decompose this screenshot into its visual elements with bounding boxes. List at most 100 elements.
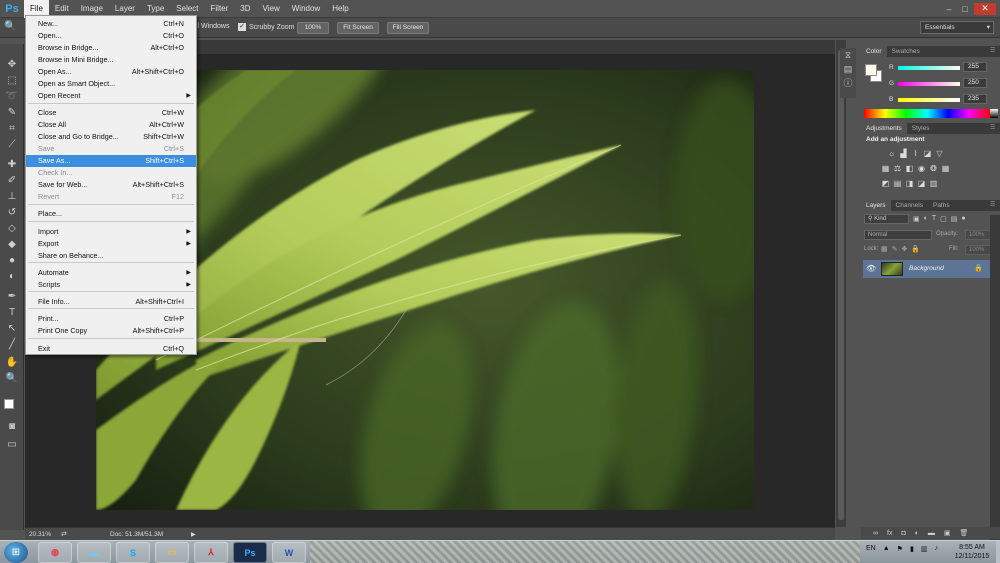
file-menu-item-print[interactable]: Print... Ctrl+P [26, 313, 196, 325]
maximize-icon[interactable]: □ [958, 3, 972, 15]
file-menu-item-save[interactable]: Save Ctrl+S [26, 143, 196, 155]
quick-mask-icon[interactable]: ◙ [3, 420, 21, 434]
panel-menu-icon[interactable]: ☰ [990, 200, 1000, 211]
curves-icon[interactable]: ⌇ [911, 149, 920, 158]
healing-brush-tool-icon[interactable]: ✚ [3, 158, 21, 172]
flag-icon[interactable]: ⚑ [897, 545, 903, 553]
threshold-icon[interactable]: ◨ [905, 179, 914, 188]
acrobat-taskbar-icon[interactable]: ⅄ [194, 542, 228, 563]
properties-panel-icon[interactable]: ▤ [840, 62, 856, 76]
file-menu-item-open-as[interactable]: Open As... Alt+Shift+Ctrl+O [26, 66, 196, 78]
file-menu-item-open[interactable]: Open... Ctrl+O [26, 30, 196, 42]
pixel-filter-icon[interactable]: ▣ [913, 215, 920, 223]
blur-tool-icon[interactable]: ● [3, 254, 21, 268]
scrollbar-thumb[interactable] [838, 50, 844, 520]
line-tool-icon[interactable]: ╱ [3, 338, 21, 352]
file-menu-item-import[interactable]: Import ▶ [26, 226, 196, 238]
lock-pixels-icon[interactable]: ✎ [892, 245, 898, 253]
status-menu-arrow-icon[interactable]: ▶ [191, 531, 196, 538]
layer-filter-kind-select[interactable]: ⚲ Kind [864, 214, 909, 224]
shape-filter-icon[interactable]: ▢ [940, 215, 947, 223]
file-menu-item-close-and-go-to-bridge[interactable]: Close and Go to Bridge... Shift+Ctrl+W [26, 131, 196, 143]
blue-slider-track[interactable] [898, 98, 960, 102]
history-brush-tool-icon[interactable]: ↺ [3, 206, 21, 220]
blue-value-field[interactable]: 235 [963, 94, 987, 104]
history-panel-icon[interactable]: ⧖ [840, 48, 856, 62]
status-toggle-icon[interactable]: ⇄ [61, 530, 67, 538]
green-slider-track[interactable] [898, 82, 960, 86]
fill-screen-button[interactable]: Fill Screen [387, 22, 429, 34]
file-menu-item-share-on-behance[interactable]: Share on Behance... [26, 250, 196, 262]
minimize-icon[interactable]: – [942, 3, 956, 15]
hand-tool-icon[interactable]: ✋ [3, 356, 21, 370]
file-menu-item-scripts[interactable]: Scripts ▶ [26, 279, 196, 291]
clock[interactable]: 8:55 AM 12/11/2015 [948, 543, 996, 561]
type-filter-icon[interactable]: T [932, 215, 936, 223]
tab-layers[interactable]: Layers [861, 200, 891, 211]
black-white-icon[interactable]: ◧ [905, 164, 914, 173]
blue-slider[interactable]: B 235 [889, 94, 999, 106]
tab-color[interactable]: Color [861, 46, 887, 57]
photo-filter-icon[interactable]: ◉ [917, 164, 926, 173]
battery-icon[interactable]: ▮ [910, 545, 914, 553]
tab-swatches[interactable]: Swatches [887, 46, 925, 57]
lasso-tool-icon[interactable]: ➰ [3, 90, 21, 104]
photoshop-taskbar-icon[interactable]: Ps [233, 542, 267, 563]
file-menu-item-place[interactable]: Place... [26, 208, 196, 220]
workspace-select[interactable]: Essentials [920, 21, 994, 34]
lock-transparent-icon[interactable]: ▦ [881, 245, 888, 253]
screen-mode-icon[interactable]: ▭ [3, 438, 21, 452]
explorer-taskbar-icon[interactable]: ▭ [155, 542, 189, 563]
volume-icon[interactable]: ♪ [934, 545, 938, 553]
tab-styles[interactable]: Styles [907, 123, 935, 134]
hue-saturation-icon[interactable]: ▦ [881, 164, 890, 173]
layers-scrollbar[interactable] [990, 215, 1000, 540]
delete-layer-icon[interactable]: 🗑 [960, 529, 969, 537]
chrome-taskbar-icon[interactable]: ◍ [38, 542, 72, 563]
brightness-contrast-icon[interactable]: ☼ [887, 149, 896, 158]
smart-object-filter-icon[interactable]: ▤ [951, 215, 958, 223]
layer-mask-icon[interactable]: ◘ [901, 530, 905, 537]
menu-window[interactable]: Window [286, 0, 326, 18]
tab-channels[interactable]: Channels [891, 200, 928, 211]
dodge-tool-icon[interactable]: ◐ [3, 270, 21, 284]
menu-view[interactable]: View [257, 0, 286, 18]
new-layer-icon[interactable]: ▣ [944, 529, 951, 537]
vibrance-icon[interactable]: ▽ [935, 149, 944, 158]
clone-stamp-tool-icon[interactable]: ⊥ [3, 190, 21, 204]
visibility-eye-icon[interactable]: 👁 [866, 264, 876, 273]
file-menu-item-open-as-smart-object[interactable]: Open as Smart Object... [26, 78, 196, 90]
scrubby-zoom-checkbox[interactable]: ✓ [238, 23, 246, 31]
type-tool-icon[interactable]: T [3, 306, 21, 320]
show-desktop-button[interactable] [996, 541, 1000, 563]
filter-toggle-icon[interactable]: ● [961, 215, 965, 223]
crop-tool-icon[interactable]: ⌗ [3, 122, 21, 136]
color-bw-ramp[interactable] [990, 109, 998, 118]
close-icon[interactable]: ✕ [974, 2, 996, 15]
exposure-icon[interactable]: ◪ [923, 149, 932, 158]
word-taskbar-icon[interactable]: W [272, 542, 306, 563]
tray-arrow-icon[interactable]: ▲ [883, 545, 890, 553]
file-menu-item-file-info[interactable]: File Info... Alt+Shift+Ctrl+I [26, 296, 196, 308]
levels-icon[interactable]: ▟ [899, 149, 908, 158]
file-menu-item-export[interactable]: Export ▶ [26, 238, 196, 250]
brush-tool-icon[interactable]: ✐ [3, 174, 21, 188]
tab-adjustments[interactable]: Adjustments [861, 123, 907, 134]
adjustment-filter-icon[interactable]: ◐ [924, 215, 928, 223]
file-menu-item-save-for-web[interactable]: Save for Web... Alt+Shift+Ctrl+S [26, 179, 196, 191]
tab-paths[interactable]: Paths [928, 200, 955, 211]
path-selection-tool-icon[interactable]: ↖ [3, 322, 21, 336]
layer-name[interactable]: Background [909, 265, 944, 272]
panel-menu-icon[interactable]: ☰ [990, 123, 1000, 134]
pen-tool-icon[interactable]: ✒ [3, 290, 21, 304]
start-button-icon[interactable]: ⊞ [4, 542, 28, 563]
color-balance-icon[interactable]: ⚖ [893, 164, 902, 173]
network-icon[interactable]: ▥ [921, 545, 928, 553]
eyedropper-tool-icon[interactable]: ⟋ [3, 138, 21, 152]
color-foreground-swatch[interactable] [865, 64, 877, 76]
menu-help[interactable]: Help [326, 0, 354, 18]
foreground-color-swatch[interactable] [4, 399, 14, 409]
zoom-tool-icon[interactable]: 🔍 [3, 372, 21, 386]
red-slider-track[interactable] [898, 66, 960, 70]
zoom-tool-preset-icon[interactable]: 🔍 [4, 21, 22, 35]
